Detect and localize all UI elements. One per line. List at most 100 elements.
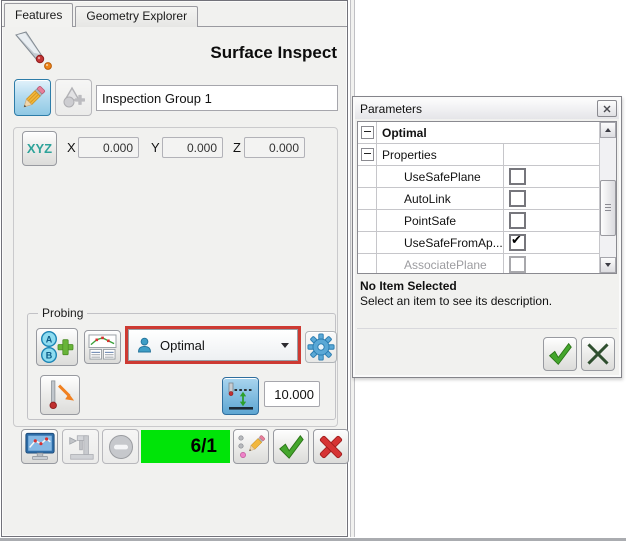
tab-bar: Features Geometry Explorer (4, 3, 200, 27)
param-category-label[interactable]: Properties (377, 148, 503, 162)
graph-view-button[interactable] (21, 429, 58, 464)
window-separator (357, 328, 617, 329)
ab-plus-icon: A B (40, 330, 74, 364)
probe-stylus-icon (15, 31, 52, 70)
cmm-machine-icon (68, 434, 94, 460)
scroll-down-button[interactable] (600, 257, 616, 273)
x-value-field[interactable] (78, 137, 139, 158)
parameters-titlebar[interactable]: Parameters (355, 99, 619, 119)
check-icon (279, 434, 304, 459)
y-label: Y (151, 140, 160, 155)
parameters-accept-button[interactable] (543, 337, 577, 371)
description-text: Select an item to see its description. (360, 294, 553, 308)
probe-depth-button[interactable] (222, 377, 259, 415)
param-row-pointsafe: PointSafe (358, 210, 599, 232)
triangle-down-icon (605, 263, 611, 270)
param-value-cell (503, 210, 599, 231)
tab-geometry-explorer[interactable]: Geometry Explorer (75, 6, 199, 27)
parameters-title: Parameters (360, 102, 423, 116)
param-row-autolink: AutoLink (358, 188, 599, 210)
person-icon (138, 337, 151, 353)
param-row-optimal: Optimal (358, 122, 599, 144)
x-label: X (67, 140, 76, 155)
row-gutter (358, 232, 377, 253)
param-label[interactable]: AutoLink (377, 192, 503, 206)
param-row-usesafefromap: UseSafeFromAp... (358, 232, 599, 254)
param-label[interactable]: PointSafe (377, 214, 503, 228)
accept-button[interactable] (273, 429, 309, 464)
pencil-icon (23, 85, 45, 107)
param-label[interactable]: UseSafeFromAp... (377, 236, 503, 250)
grid-scrollbar[interactable] (599, 122, 616, 273)
row-gutter (358, 122, 377, 143)
svg-text:B: B (46, 350, 53, 360)
minus-circle-icon (108, 434, 133, 459)
param-value-cell (503, 144, 599, 165)
y-value-field[interactable] (162, 137, 223, 158)
autolink-checkbox[interactable] (509, 190, 526, 207)
collapse-optimal-icon[interactable] (360, 126, 374, 139)
associateplane-checkbox (509, 256, 526, 273)
scrollbar-thumb[interactable] (600, 180, 616, 236)
gear-icon (307, 333, 335, 361)
param-row-associateplane: AssociatePlane (358, 254, 599, 273)
add-feature-icon (63, 86, 85, 108)
machine-execute-button[interactable] (62, 429, 99, 464)
param-label: AssociatePlane (404, 257, 487, 272)
chevron-down-icon (281, 343, 289, 352)
probing-strategy-dropdown[interactable]: Optimal (128, 329, 298, 361)
add-probe-points-button[interactable]: A B (36, 328, 78, 366)
close-button[interactable] (597, 100, 617, 117)
param-value-cell (503, 166, 599, 187)
stop-button[interactable] (102, 429, 139, 464)
strategy-value: Optimal (160, 337, 205, 353)
svg-text:A: A (46, 334, 53, 344)
add-feature-button[interactable] (55, 79, 92, 116)
param-group-label[interactable]: Optimal (377, 126, 599, 140)
param-value-cell (503, 232, 599, 253)
page-title: Surface Inspect (210, 43, 337, 62)
scroll-up-button[interactable] (600, 122, 616, 138)
usesafeplane-checkbox[interactable] (509, 168, 526, 185)
cancel-button[interactable] (313, 429, 349, 464)
param-label[interactable]: UseSafePlane (377, 170, 503, 184)
description-title: No Item Selected (360, 279, 457, 293)
row-gutter (358, 254, 377, 273)
edit-group-button[interactable] (14, 79, 51, 116)
pointsafe-checkbox[interactable] (509, 212, 526, 229)
status-counter: 6/1 (141, 430, 230, 463)
scan-preview-button[interactable] (84, 330, 121, 364)
param-value-cell (503, 188, 599, 209)
xyz-button[interactable]: XYZ (22, 131, 57, 166)
group-name-input[interactable] (96, 85, 338, 111)
depth-value-input[interactable] (264, 381, 320, 407)
row-gutter (358, 144, 377, 165)
description-area: No Item Selected Select an item to see i… (357, 276, 617, 326)
strategy-settings-button[interactable] (305, 331, 337, 363)
row-gutter (358, 210, 377, 231)
probe-angle-button[interactable] (40, 375, 80, 415)
z-label: Z (233, 140, 241, 155)
usesafefromap-checkbox[interactable] (509, 233, 526, 251)
depth-icon (228, 382, 253, 410)
red-x-icon (319, 435, 343, 458)
points-pencil-icon (238, 434, 266, 458)
triangle-up-icon (605, 125, 611, 132)
tab-features[interactable]: Features (4, 3, 74, 27)
chart-table-icon (88, 333, 117, 360)
angled-probe-icon (49, 380, 75, 410)
dark-x-icon (587, 343, 609, 365)
z-value-field[interactable] (244, 137, 305, 158)
param-row-properties: Properties (358, 144, 599, 166)
monitor-chart-icon (24, 432, 55, 460)
parameters-cancel-button[interactable] (581, 337, 615, 371)
param-value-cell (503, 254, 599, 273)
parameters-window: Parameters Optimal Properties UseSafePla… (352, 96, 622, 378)
collapse-properties-icon[interactable] (360, 148, 374, 161)
surface-inspect-panel: Features Geometry Explorer Surface Inspe… (1, 0, 349, 537)
row-gutter (358, 166, 377, 187)
strategy-highlight-frame: Optimal (125, 326, 301, 364)
edit-points-button[interactable] (233, 429, 269, 464)
check-icon (548, 342, 572, 366)
close-icon (603, 105, 611, 112)
